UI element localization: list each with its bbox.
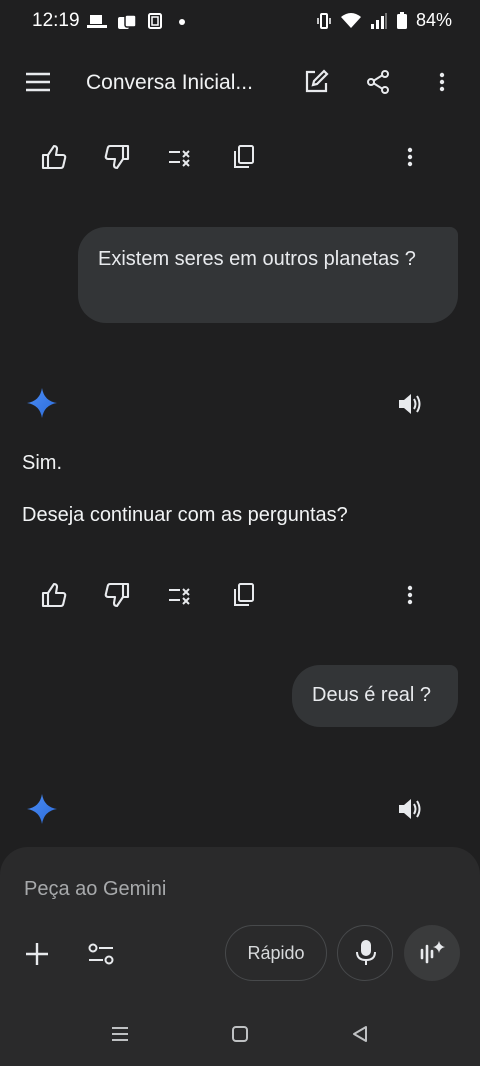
mode-selector-button[interactable]: Rápido xyxy=(225,925,327,981)
response-more-icon[interactable] xyxy=(396,143,424,171)
thumbs-up-icon[interactable] xyxy=(40,581,68,609)
menu-icon[interactable] xyxy=(22,66,54,98)
wifi-icon xyxy=(340,12,362,30)
more-options-icon[interactable] xyxy=(428,66,456,98)
cards-icon xyxy=(116,13,138,31)
user-message-bubble: Existem seres em outros planetas ? xyxy=(78,227,458,323)
prompt-input[interactable]: Peça ao Gemini xyxy=(24,878,166,901)
edit-icon[interactable] xyxy=(300,66,332,98)
user-message-text: Existem seres em outros planetas ? xyxy=(98,248,416,270)
microphone-button[interactable] xyxy=(337,925,393,981)
dot-icon xyxy=(174,13,190,31)
copy-icon[interactable] xyxy=(230,581,258,609)
speaker-icon[interactable] xyxy=(396,795,424,823)
speaker-icon[interactable] xyxy=(396,390,424,418)
recents-nav-icon[interactable] xyxy=(108,1022,132,1046)
system-icons: 84% xyxy=(316,10,452,31)
hat-icon xyxy=(86,13,108,31)
copy-icon[interactable] xyxy=(230,143,258,171)
response-text: Deseja continuar com as perguntas? xyxy=(22,504,348,526)
microphone-icon xyxy=(352,939,380,967)
live-button[interactable] xyxy=(404,925,460,981)
battery-icon xyxy=(396,11,408,30)
tools-icon[interactable] xyxy=(86,939,116,969)
vibrate-icon xyxy=(316,11,332,31)
gemini-sparkle-icon xyxy=(26,793,58,825)
thumbs-down-icon[interactable] xyxy=(103,581,131,609)
response-text: Sim. xyxy=(22,452,62,474)
share-icon[interactable] xyxy=(362,66,394,98)
notification-icons xyxy=(86,13,190,31)
add-icon[interactable] xyxy=(22,939,52,969)
modify-response-icon[interactable] xyxy=(166,581,194,609)
thumbs-down-icon[interactable] xyxy=(103,143,131,171)
battery-level: 84% xyxy=(415,10,452,30)
status-bar: 12:19 84% xyxy=(0,0,480,44)
gemini-sparkle-icon xyxy=(26,387,58,419)
home-nav-icon[interactable] xyxy=(228,1022,252,1046)
page-title: Conversa Inicial... xyxy=(86,71,253,94)
response-more-icon[interactable] xyxy=(396,581,424,609)
copy-notification-icon xyxy=(146,13,166,31)
mode-label: Rápido xyxy=(247,942,305,963)
user-message-bubble: Deus é real ? xyxy=(292,665,458,727)
back-nav-icon[interactable] xyxy=(348,1022,372,1046)
live-sparkle-icon xyxy=(418,939,446,967)
clock: 12:19 xyxy=(32,10,80,31)
modify-response-icon[interactable] xyxy=(166,143,194,171)
thumbs-up-icon[interactable] xyxy=(40,143,68,171)
signal-icon xyxy=(370,12,388,30)
user-message-text: Deus é real ? xyxy=(312,684,431,706)
